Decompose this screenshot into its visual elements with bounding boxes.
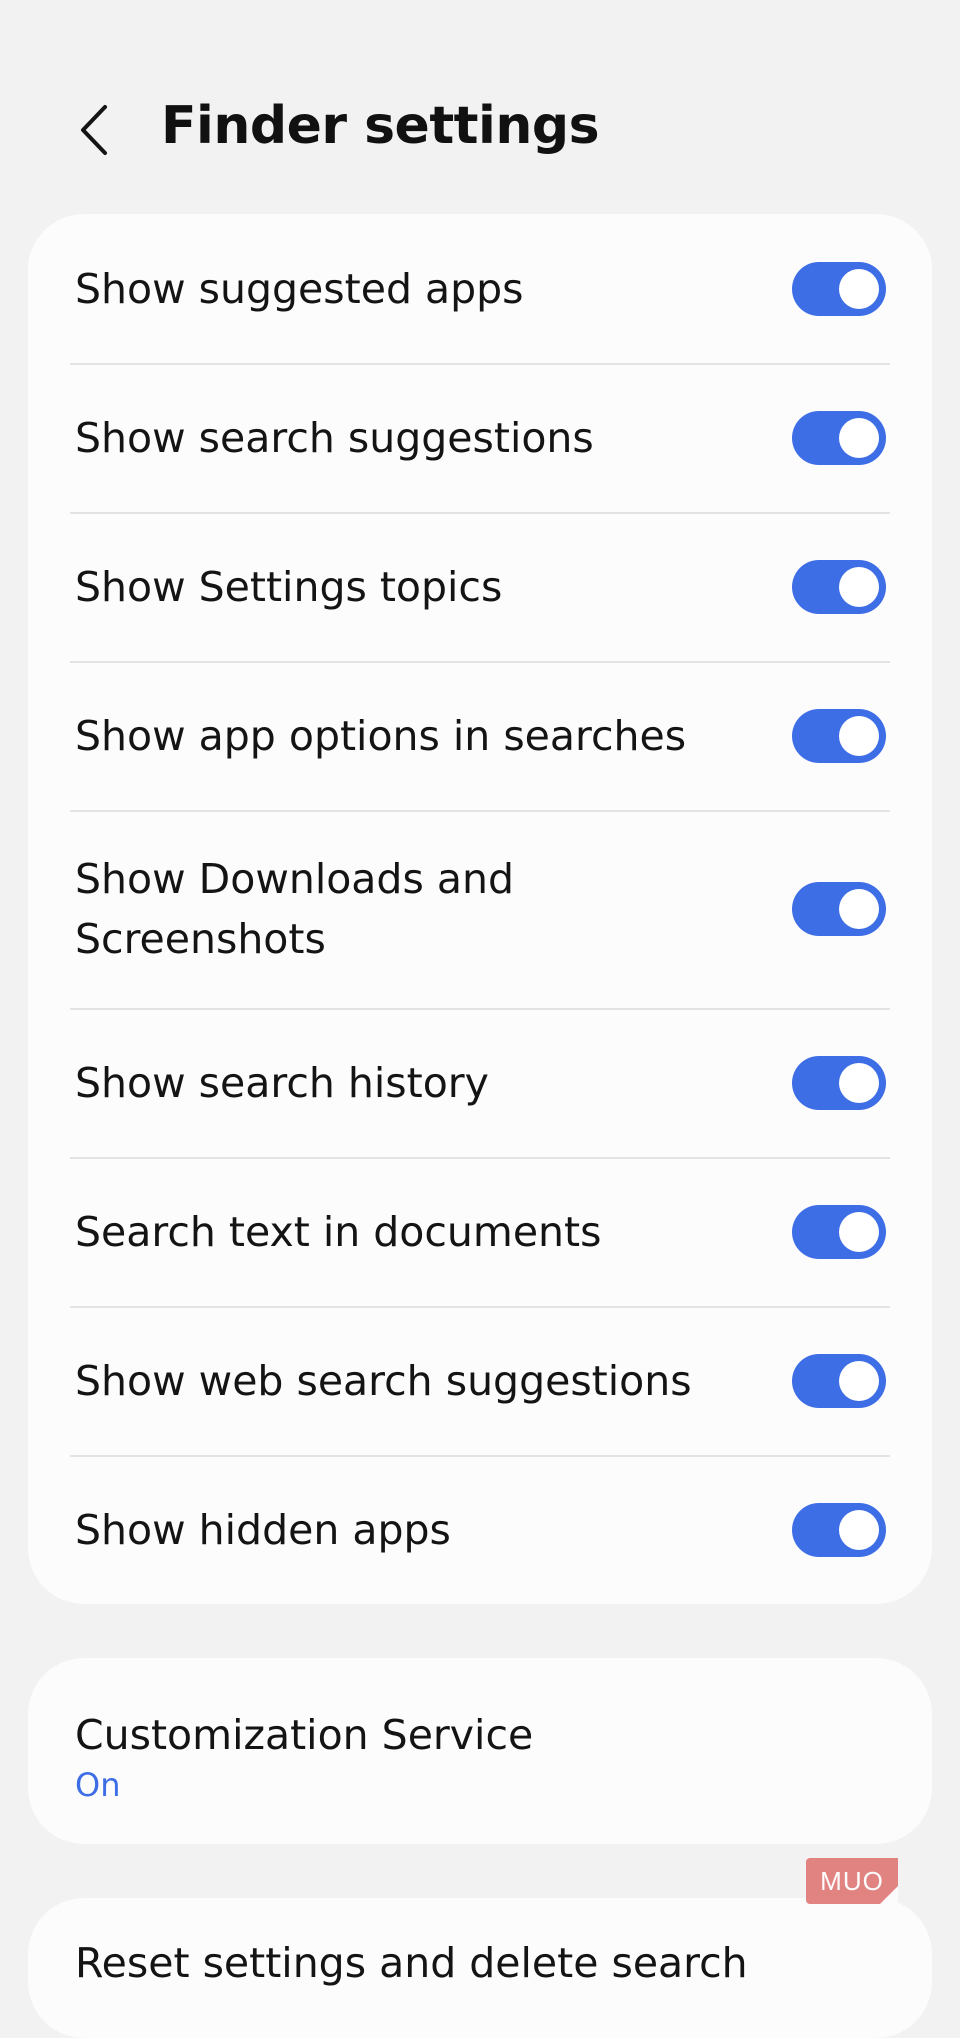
toggle-knob <box>839 889 879 929</box>
toggle-knob <box>839 566 879 607</box>
customization-status: On <box>75 1766 121 1804</box>
toggle-knob <box>839 1062 879 1103</box>
setting-row-settings-topics[interactable]: Show Settings topics <box>28 512 932 661</box>
setting-row-hidden-apps[interactable]: Show hidden apps <box>28 1455 932 1604</box>
watermark-text: MUO <box>820 1865 884 1896</box>
chevron-left-icon <box>81 105 107 155</box>
toggle-switch[interactable] <box>792 1055 886 1110</box>
toggle-knob <box>839 1509 879 1550</box>
reset-settings-label: Reset settings and delete search <box>75 1939 748 1987</box>
toggle-switch[interactable] <box>792 1204 886 1259</box>
toggle-knob <box>839 1360 879 1401</box>
setting-label: Show hidden apps <box>75 1505 451 1554</box>
toggle-knob <box>839 417 879 458</box>
setting-row-web-search-suggestions[interactable]: Show web search suggestions <box>28 1306 932 1455</box>
setting-row-suggested-apps[interactable]: Show suggested apps <box>28 214 932 363</box>
setting-label: Show Downloads and Screenshots <box>75 855 514 963</box>
customization-service-item[interactable]: Customization Service On <box>75 1708 533 1808</box>
toggle-switch[interactable] <box>792 708 886 763</box>
setting-row-search-suggestions[interactable]: Show search suggestions <box>28 363 932 512</box>
setting-label: Show search suggestions <box>75 413 594 462</box>
toggle-switch[interactable] <box>792 1502 886 1557</box>
setting-row-search-history[interactable]: Show search history <box>28 1008 932 1157</box>
setting-label: Show search history <box>75 1058 489 1107</box>
setting-label: Search text in documents <box>75 1207 602 1256</box>
toggle-switch[interactable] <box>792 261 886 316</box>
toggle-knob <box>839 715 879 756</box>
setting-label: Show app options in searches <box>75 711 687 760</box>
setting-label: Show Settings topics <box>75 562 503 611</box>
toggle-knob <box>839 1211 879 1252</box>
setting-row-search-text-documents[interactable]: Search text in documents <box>28 1157 932 1306</box>
header: Finder settings <box>0 80 960 180</box>
toggle-settings-card: Show suggested apps Show search suggesti… <box>28 214 932 1604</box>
setting-row-app-options[interactable]: Show app options in searches <box>28 661 932 810</box>
back-button[interactable] <box>66 100 122 160</box>
setting-label: Show web search suggestions <box>75 1356 692 1405</box>
customization-card: Customization Service On <box>28 1658 932 1844</box>
toggle-switch[interactable] <box>792 410 886 465</box>
setting-row-downloads-screenshots[interactable]: Show Downloads and Screenshots <box>28 810 932 1008</box>
setting-label: Show suggested apps <box>75 264 524 313</box>
toggle-switch[interactable] <box>792 559 886 614</box>
page-title: Finder settings <box>161 96 600 156</box>
toggle-switch[interactable] <box>792 1353 886 1408</box>
muo-watermark-logo: MUO <box>806 1858 898 1904</box>
customization-title: Customization Service <box>75 1711 534 1759</box>
toggle-switch[interactable] <box>792 882 886 936</box>
reset-card[interactable]: Reset settings and delete search <box>28 1898 932 2038</box>
toggle-knob <box>839 268 879 309</box>
